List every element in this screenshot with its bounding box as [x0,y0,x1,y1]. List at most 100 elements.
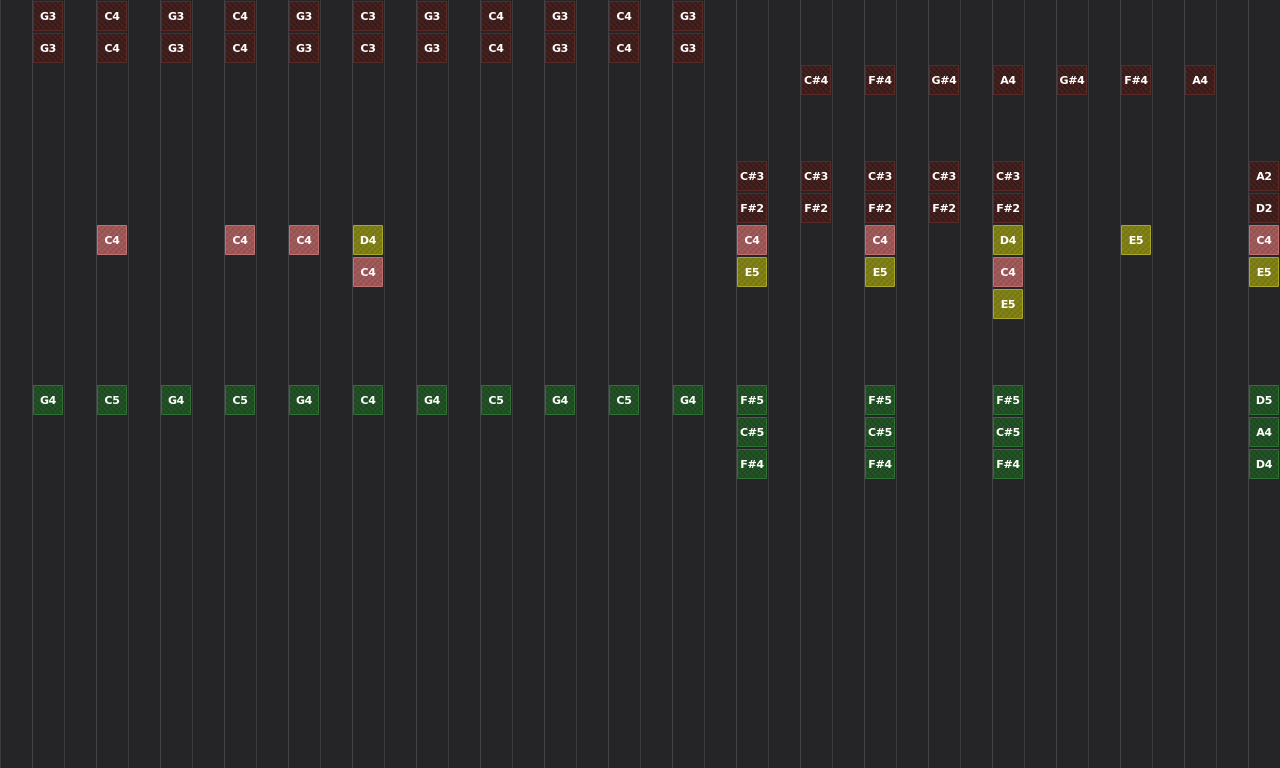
note-block[interactable]: E5 [737,257,767,287]
note-block[interactable]: C4 [993,257,1023,287]
note-block[interactable]: G3 [289,1,319,31]
note-block[interactable]: C4 [865,225,895,255]
note-block[interactable]: E5 [865,257,895,287]
note-block[interactable]: E5 [1121,225,1151,255]
note-block[interactable]: C4 [225,1,255,31]
grid-line [256,0,257,768]
note-block[interactable]: C4 [609,33,639,63]
note-block[interactable]: C#5 [737,417,767,447]
grid-line [0,0,1,768]
note-block[interactable]: G#4 [1057,65,1087,95]
grid-line [128,0,129,768]
note-block[interactable]: G3 [33,1,63,31]
note-block[interactable]: C4 [353,385,383,415]
note-block[interactable]: G3 [673,1,703,31]
grid-line [800,0,801,768]
note-block[interactable]: F#5 [865,385,895,415]
grid-line [352,0,353,768]
grid-line [832,0,833,768]
note-block[interactable]: F#5 [993,385,1023,415]
grid-line [704,0,705,768]
note-block[interactable]: G4 [161,385,191,415]
note-block[interactable]: F#4 [993,449,1023,479]
grid-line [96,0,97,768]
grid-line [992,0,993,768]
note-block[interactable]: D4 [993,225,1023,255]
note-block[interactable]: C#3 [801,161,831,191]
note-block[interactable]: C5 [97,385,127,415]
note-block[interactable]: G3 [545,1,575,31]
grid-line [160,0,161,768]
note-block[interactable]: F#4 [865,449,895,479]
note-block[interactable]: F#2 [737,193,767,223]
note-block[interactable]: C3 [353,1,383,31]
note-block[interactable]: C4 [97,225,127,255]
note-block[interactable]: G3 [33,33,63,63]
note-block[interactable]: C#3 [865,161,895,191]
note-block[interactable]: C#3 [993,161,1023,191]
note-block[interactable]: C4 [353,257,383,287]
note-block[interactable]: D2 [1249,193,1279,223]
note-block[interactable]: G4 [417,385,447,415]
note-block[interactable]: G3 [673,33,703,63]
note-block[interactable]: F#2 [801,193,831,223]
note-block[interactable]: C5 [609,385,639,415]
note-block[interactable]: C4 [97,33,127,63]
note-block[interactable]: A4 [1185,65,1215,95]
note-block[interactable]: C#4 [801,65,831,95]
note-block[interactable]: G3 [545,33,575,63]
grid-line [512,0,513,768]
note-block[interactable]: F#5 [737,385,767,415]
grid-line [1024,0,1025,768]
note-block[interactable]: C#3 [737,161,767,191]
note-block[interactable]: G4 [673,385,703,415]
note-block[interactable]: G3 [417,1,447,31]
note-block[interactable]: F#2 [993,193,1023,223]
note-block[interactable]: E5 [993,289,1023,319]
note-block[interactable]: C3 [353,33,383,63]
note-block[interactable]: C4 [97,1,127,31]
note-block[interactable]: A4 [1249,417,1279,447]
note-block[interactable]: C4 [1249,225,1279,255]
note-block[interactable]: D4 [1249,449,1279,479]
note-block[interactable]: C5 [225,385,255,415]
note-block[interactable]: C4 [481,1,511,31]
note-block[interactable]: F#4 [737,449,767,479]
note-block[interactable]: C#5 [865,417,895,447]
grid-line [192,0,193,768]
grid-line [736,0,737,768]
note-block[interactable]: F#4 [865,65,895,95]
note-block[interactable]: C5 [481,385,511,415]
note-block[interactable]: C4 [289,225,319,255]
note-block[interactable]: G4 [289,385,319,415]
note-grid[interactable]: G3 G3 G4 C4 C4 C4 C5 G3 G3 G4 C4 C4 C4 C5 G3 G3 C4 G4 C3 C3… [0,0,1280,768]
note-block[interactable]: C#5 [993,417,1023,447]
note-block[interactable]: D5 [1249,385,1279,415]
grid-line [416,0,417,768]
note-block[interactable]: C4 [609,1,639,31]
note-block[interactable]: F#2 [929,193,959,223]
note-block[interactable]: G#4 [929,65,959,95]
note-block[interactable]: C#3 [929,161,959,191]
grid-line [1088,0,1089,768]
note-block[interactable]: G4 [33,385,63,415]
note-block[interactable]: C4 [225,33,255,63]
grid-line [320,0,321,768]
note-block[interactable]: C4 [225,225,255,255]
note-block[interactable]: G4 [545,385,575,415]
note-block[interactable]: G3 [161,1,191,31]
note-block[interactable]: C4 [481,33,511,63]
note-block[interactable]: G3 [417,33,447,63]
note-block[interactable]: E5 [1249,257,1279,287]
note-block[interactable]: F#2 [865,193,895,223]
note-block[interactable]: G3 [161,33,191,63]
note-block[interactable]: D4 [353,225,383,255]
grid-line [448,0,449,768]
note-block[interactable]: A4 [993,65,1023,95]
note-block[interactable]: A2 [1249,161,1279,191]
note-block[interactable]: F#4 [1121,65,1151,95]
note-block[interactable]: G3 [289,33,319,63]
grid-line [928,0,929,768]
grid-line [640,0,641,768]
note-block[interactable]: C4 [737,225,767,255]
